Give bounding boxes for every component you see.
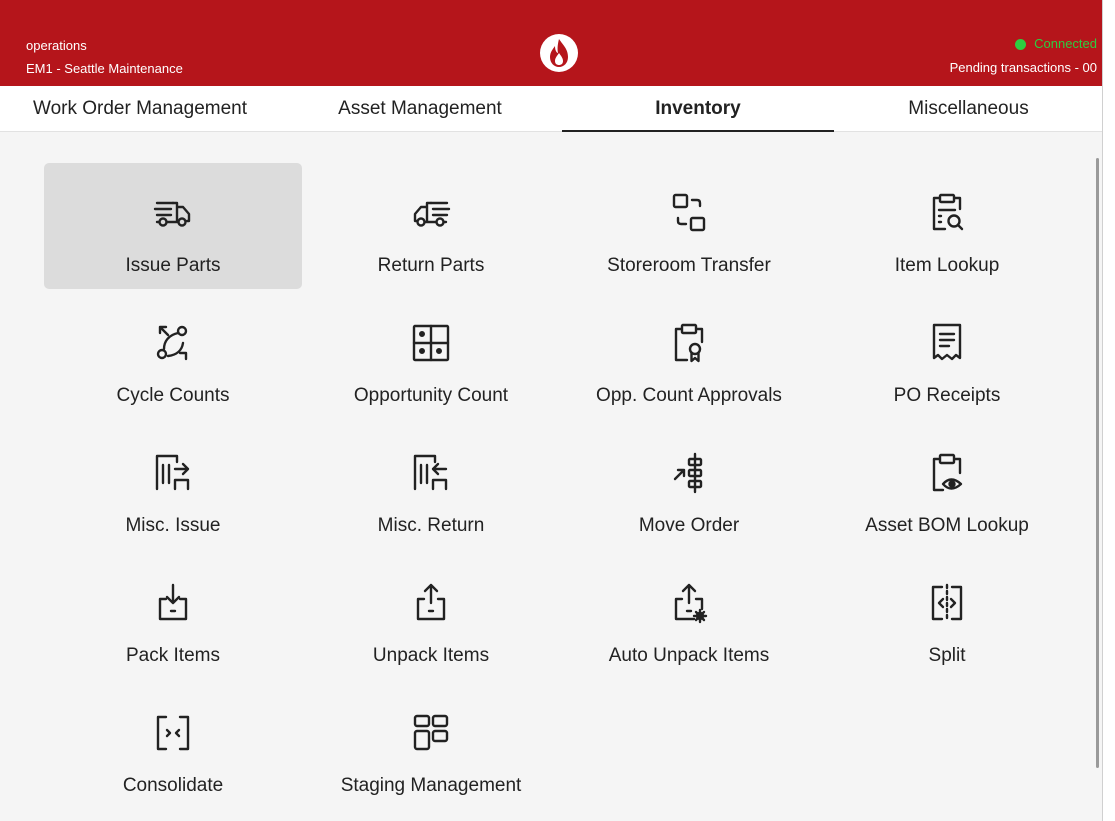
clipboard-eye-icon xyxy=(925,451,969,495)
menu-tile-storeroom-transfer[interactable]: Storeroom Transfer xyxy=(560,163,818,289)
context-label: operations xyxy=(26,38,87,53)
header-status: Connected Pending transactions - 00 xyxy=(950,32,1097,80)
move-order-icon xyxy=(667,451,711,495)
tile-label: Item Lookup xyxy=(894,255,1000,276)
tile-label: PO Receipts xyxy=(893,385,1001,406)
menu-tile-opportunity-count[interactable]: Opportunity Count xyxy=(302,293,560,419)
menu-tile-auto-unpack-items[interactable]: Auto Unpack Items xyxy=(560,553,818,679)
header-context: operations EM1 - Seattle Maintenance xyxy=(26,34,183,80)
shelf-in-icon xyxy=(409,451,453,495)
menu-tile-return-parts[interactable]: Return Parts xyxy=(302,163,560,289)
tab-miscellaneous[interactable]: Miscellaneous xyxy=(834,86,1102,132)
tile-label: Staging Management xyxy=(340,775,522,796)
menu-tile-staging-management[interactable]: Staging Management xyxy=(302,683,560,809)
menu-tile-misc-return[interactable]: Misc. Return xyxy=(302,423,560,549)
menu-tile-move-order[interactable]: Move Order xyxy=(560,423,818,549)
truck-reverse-icon xyxy=(409,191,453,235)
clipboard-search-icon xyxy=(925,191,969,235)
split-icon xyxy=(925,581,969,625)
consolidate-icon xyxy=(151,711,195,755)
tile-label: Pack Items xyxy=(126,645,220,666)
menu-tile-pack-items[interactable]: Pack Items xyxy=(44,553,302,679)
menu-tile-item-lookup[interactable]: Item Lookup xyxy=(818,163,1076,289)
tile-label: Unpack Items xyxy=(372,645,490,666)
pack-icon xyxy=(151,581,195,625)
receipt-icon xyxy=(925,321,969,365)
tile-label: Auto Unpack Items xyxy=(608,645,770,666)
flame-logo-icon xyxy=(540,34,578,72)
connection-status: Connected xyxy=(950,32,1097,56)
menu-tile-unpack-items[interactable]: Unpack Items xyxy=(302,553,560,679)
tab-label: Asset Management xyxy=(338,98,502,119)
status-dot-icon xyxy=(1015,38,1027,50)
staging-grid-icon xyxy=(409,711,453,755)
unpack-icon xyxy=(409,581,453,625)
pending-transactions: Pending transactions - 00 xyxy=(949,60,1097,75)
grid-dots-icon xyxy=(409,321,453,365)
tile-label: Storeroom Transfer xyxy=(607,255,771,276)
tab-bar: Work Order Management Asset Management I… xyxy=(0,86,1102,132)
clipboard-badge-icon xyxy=(667,321,711,365)
tile-label: Asset BOM Lookup xyxy=(865,515,1029,536)
tab-inventory[interactable]: Inventory xyxy=(562,86,834,132)
tab-label: Inventory xyxy=(655,98,741,119)
tile-label: Opportunity Count xyxy=(353,385,509,406)
tile-label: Misc. Issue xyxy=(125,515,221,536)
tab-label: Miscellaneous xyxy=(908,98,1029,119)
truck-icon xyxy=(151,191,195,235)
menu-tile-opp-count-approvals[interactable]: Opp. Count Approvals xyxy=(560,293,818,419)
menu-tile-consolidate[interactable]: Consolidate xyxy=(44,683,302,809)
menu-tile-misc-issue[interactable]: Misc. Issue xyxy=(44,423,302,549)
menu-tile-cycle-counts[interactable]: Cycle Counts xyxy=(44,293,302,419)
tab-work-order-management[interactable]: Work Order Management xyxy=(0,86,280,132)
app-header: operations EM1 - Seattle Maintenance Con… xyxy=(0,0,1102,86)
inventory-menu: Issue Parts Return Parts Storeroom Trans… xyxy=(0,132,1102,821)
tile-label: Issue Parts xyxy=(125,255,221,276)
tab-label: Work Order Management xyxy=(32,98,247,119)
tile-label: Cycle Counts xyxy=(116,385,230,406)
tile-label: Split xyxy=(928,645,966,666)
shelf-out-icon xyxy=(151,451,195,495)
cycle-icon xyxy=(151,321,195,365)
tile-label: Opp. Count Approvals xyxy=(596,385,782,406)
tile-label: Return Parts xyxy=(377,255,485,276)
menu-tile-asset-bom-lookup[interactable]: Asset BOM Lookup xyxy=(818,423,1076,549)
vertical-scrollbar[interactable] xyxy=(1096,158,1099,768)
tab-asset-management[interactable]: Asset Management xyxy=(280,86,560,132)
transfer-icon xyxy=(667,191,711,235)
menu-tile-po-receipts[interactable]: PO Receipts xyxy=(818,293,1076,419)
connection-label: Connected xyxy=(1034,36,1097,51)
menu-tile-split[interactable]: Split xyxy=(818,553,1076,679)
location-label: EM1 - Seattle Maintenance xyxy=(26,61,183,76)
auto-unpack-icon xyxy=(667,581,711,625)
tile-label: Misc. Return xyxy=(377,515,485,536)
menu-tile-issue-parts[interactable]: Issue Parts xyxy=(44,163,302,289)
tile-label: Move Order xyxy=(638,515,740,536)
tile-label: Consolidate xyxy=(122,775,224,796)
app-window: operations EM1 - Seattle Maintenance Con… xyxy=(0,0,1103,821)
